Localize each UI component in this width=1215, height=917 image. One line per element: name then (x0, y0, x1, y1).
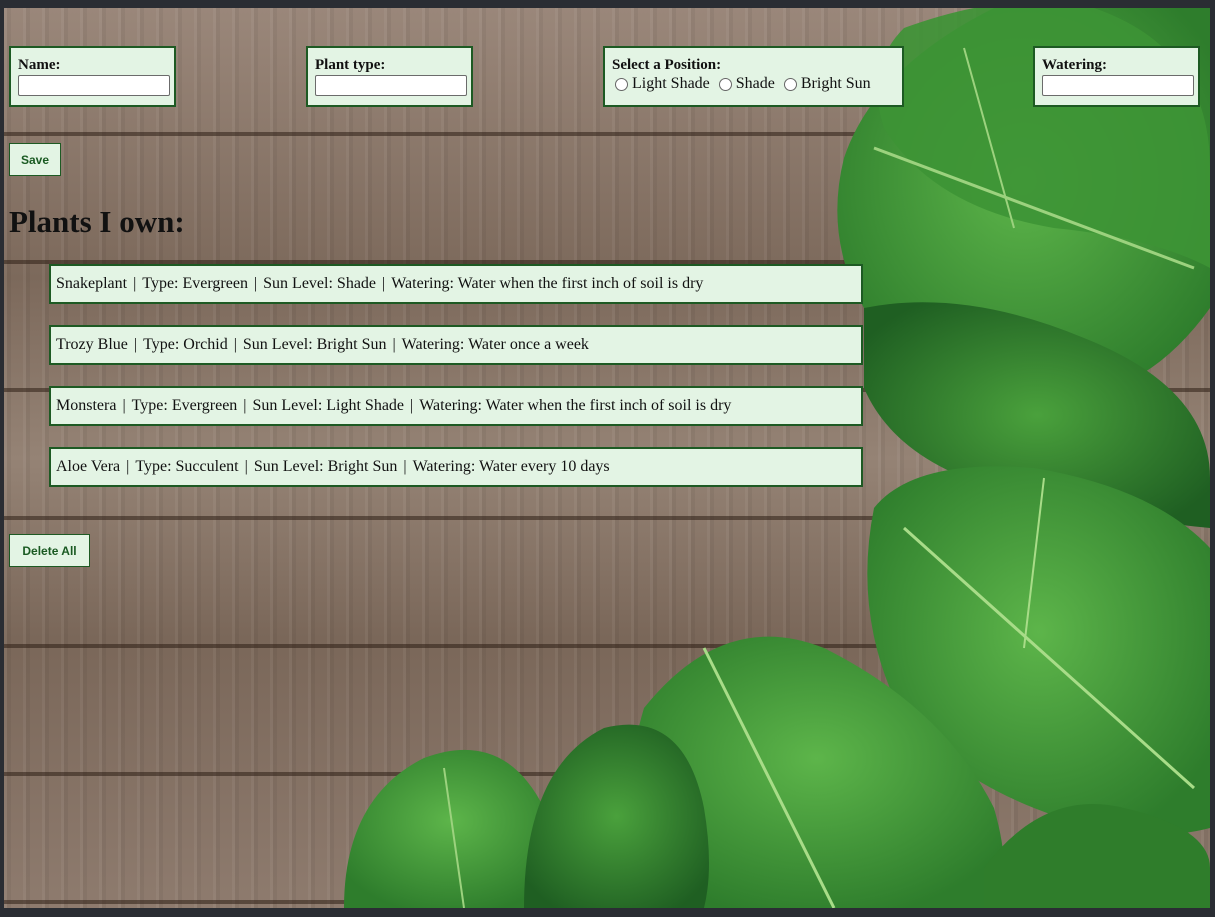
plant-sun-level: Sun Level: Light Shade (252, 397, 405, 414)
position-option-light-shade[interactable]: Light Shade (612, 74, 710, 94)
plant-list-heading: Plants I own: (9, 204, 185, 239)
plant-type: Type: Orchid (143, 336, 228, 353)
list-item: Aloe Vera | Type: Succulent | Sun Level:… (49, 447, 863, 487)
radio-label-shade[interactable]: Shade (736, 74, 775, 94)
separator: | (133, 275, 137, 292)
separator: | (244, 458, 248, 475)
separator: | (243, 397, 247, 414)
plant-type: Type: Evergreen (131, 397, 238, 414)
plant-name: Trozy Blue (56, 336, 128, 353)
separator: | (233, 336, 237, 353)
plant-name: Monstera (56, 397, 117, 414)
separator: | (122, 397, 126, 414)
position-radio-group: Light Shade Shade Bright Sun (612, 74, 895, 94)
plant-sun-level: Sun Level: Bright Sun (253, 458, 398, 475)
position-option-bright-sun[interactable]: Bright Sun (781, 74, 871, 94)
plant-type-label: Plant type: (315, 57, 386, 73)
separator: | (410, 397, 414, 414)
separator: | (392, 336, 396, 353)
save-button[interactable]: Save (9, 143, 61, 176)
list-item: Snakeplant | Type: Evergreen | Sun Level… (49, 264, 863, 304)
page-background: Name: Plant type: Select a Position: Lig… (4, 8, 1210, 908)
watering-input[interactable] (1042, 75, 1194, 96)
plant-type: Type: Succulent (135, 458, 239, 475)
radio-button-light-shade[interactable] (615, 77, 628, 91)
list-item: Monstera | Type: Evergreen | Sun Level: … (49, 386, 863, 426)
plant-type: Type: Evergreen (142, 275, 248, 292)
plant-watering: Watering: Water every 10 days (412, 458, 610, 475)
position-field-box: Select a Position: Light Shade Shade Bri… (603, 46, 904, 107)
delete-all-button[interactable]: Delete All (9, 534, 90, 567)
name-label: Name: (18, 57, 61, 73)
plant-sun-level: Sun Level: Shade (263, 275, 377, 292)
name-field-box: Name: (9, 46, 176, 107)
watering-label: Watering: (1042, 57, 1107, 73)
radio-button-bright-sun[interactable] (783, 77, 797, 91)
radio-button-shade[interactable] (718, 77, 732, 91)
name-input[interactable] (18, 75, 170, 96)
plant-name: Snakeplant (56, 275, 128, 292)
plant-watering: Watering: Water when the first inch of s… (391, 275, 704, 292)
position-label: Select a Position: (612, 57, 722, 73)
plant-type-field-box: Plant type: (306, 46, 473, 107)
plant-type-input[interactable] (315, 75, 467, 96)
list-item: Trozy Blue | Type: Orchid | Sun Level: B… (49, 325, 863, 365)
radio-label-light-shade[interactable]: Light Shade (632, 74, 710, 94)
plant-sun-level: Sun Level: Bright Sun (242, 336, 387, 353)
plant-watering: Watering: Water once a week (401, 336, 589, 353)
position-option-shade[interactable]: Shade (716, 74, 775, 94)
separator: | (382, 275, 386, 292)
watering-field-box: Watering: (1033, 46, 1200, 107)
separator: | (133, 336, 138, 353)
plant-name: Aloe Vera (56, 458, 121, 475)
separator: | (126, 458, 130, 475)
radio-label-bright-sun[interactable]: Bright Sun (801, 74, 871, 94)
plant-watering: Watering: Water when the first inch of s… (419, 397, 732, 414)
separator: | (253, 275, 258, 292)
separator: | (403, 458, 407, 475)
